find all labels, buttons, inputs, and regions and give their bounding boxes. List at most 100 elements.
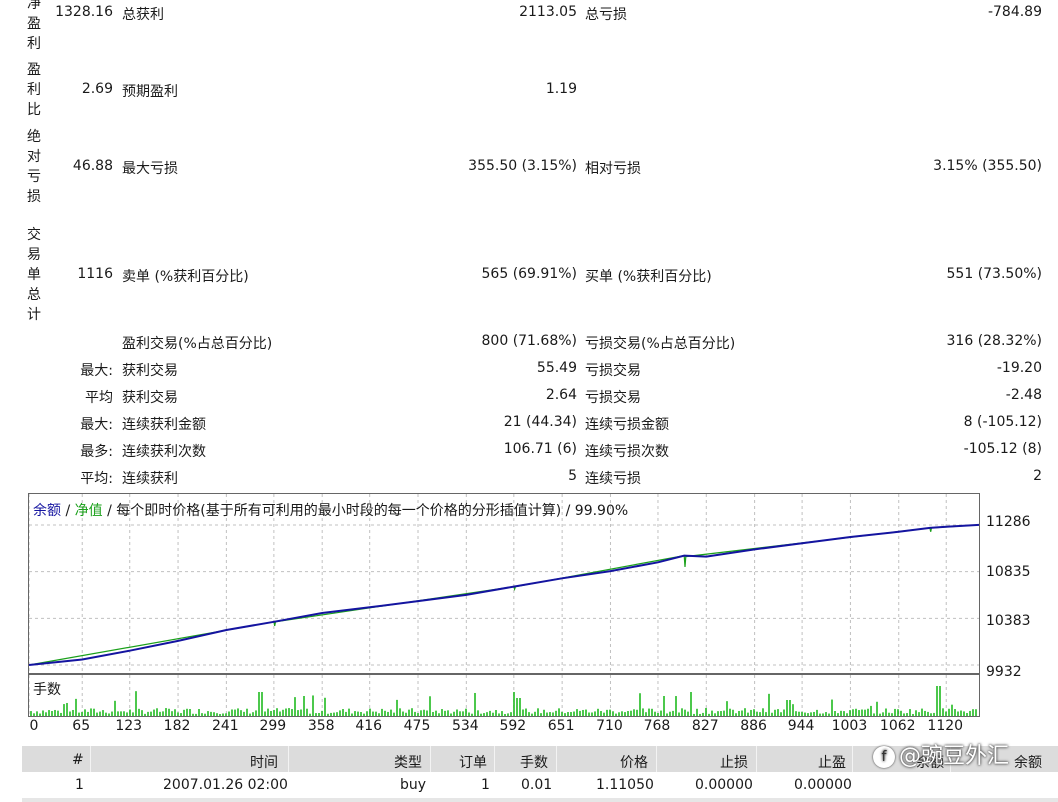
largest-profit-value: 55.49 — [536, 360, 577, 376]
avg-consecutive-wins-label: 连续获利 — [122, 471, 178, 487]
cell-index: 1 — [75, 777, 84, 793]
maximal-consecutive-loss-value: -105.12 (8) — [963, 441, 1042, 457]
largest-loss-value: -19.20 — [996, 360, 1042, 376]
cell-stop-loss: 0.00000 — [695, 777, 753, 793]
largest-prefix: 最大: — [80, 363, 113, 379]
x-tick-label: 123 — [115, 718, 143, 734]
x-tick-label: 592 — [499, 718, 527, 734]
table-row[interactable] — [22, 798, 1058, 802]
maximum-prefix: 最大: — [80, 417, 113, 433]
col-header-balance[interactable]: 余额 — [1014, 752, 1042, 772]
equity-line — [29, 524, 979, 666]
legend-balance: 余额 — [33, 503, 61, 519]
profit-factor-vlabel: 盈利比 — [27, 62, 41, 118]
col-header-stop-loss[interactable]: 止损 — [720, 752, 748, 772]
x-tick-label: 534 — [451, 718, 479, 734]
x-tick-label: 0 — [29, 718, 39, 734]
balance-chart-plot — [29, 494, 979, 673]
cell-order: 1 — [481, 777, 490, 793]
watermark-text: @豌豆外汇 — [899, 744, 1010, 769]
lots-chart: 手数 — [28, 674, 980, 717]
col-header-type[interactable]: 类型 — [394, 752, 422, 772]
net-profit-vlabel: 净盈利 — [27, 0, 41, 52]
average-profit-label: 获利交易 — [122, 390, 178, 406]
gross-profit-value: 2113.05 — [519, 4, 577, 20]
x-tick-label: 182 — [163, 718, 191, 734]
avg-consecutive-prefix: 平均: — [80, 471, 113, 487]
x-tick-label: 1003 — [831, 718, 868, 734]
gross-profit-label: 总获利 — [122, 7, 164, 23]
max-consecutive-wins-value: 21 (44.34) — [503, 414, 577, 430]
cell-lots: 0.01 — [521, 777, 553, 793]
total-trades-vlabel: 交易单总计 — [27, 227, 41, 323]
lots-label: 手数 — [33, 682, 61, 698]
profit-trades-value: 800 (71.68%) — [481, 333, 577, 349]
x-tick-label: 1062 — [879, 718, 916, 734]
x-tick-label: 416 — [355, 718, 383, 734]
x-tick-label: 241 — [211, 718, 239, 734]
max-consecutive-losses-label: 连续亏损金额 — [585, 417, 669, 433]
x-tick-label: 475 — [403, 718, 431, 734]
largest-loss-label: 亏损交易 — [585, 363, 641, 379]
cell-type: buy — [400, 777, 427, 793]
x-tick-label: 886 — [740, 718, 767, 734]
col-header-index[interactable]: # — [72, 752, 84, 768]
legend-equity: 净值 — [74, 503, 103, 519]
col-header-lots[interactable]: 手数 — [520, 752, 548, 772]
loss-trades-label: 亏损交易(%占总百分比) — [585, 336, 736, 352]
col-header-take-profit[interactable]: 止盈 — [818, 752, 846, 772]
expected-payoff-value: 1.19 — [545, 81, 577, 97]
maximal-consecutive-profit-value: 106.71 (6) — [503, 441, 577, 457]
col-header-time[interactable]: 时间 — [250, 752, 278, 772]
y-tick-label: 11286 — [986, 514, 1031, 530]
profit-trades-label: 盈利交易(%占总百分比) — [122, 336, 273, 352]
short-positions-value: 565 (69.91%) — [481, 266, 577, 282]
balance-chart: 余额 / 净值 / 每个即时价格(基于所有可利用的最小时段的每一个价格的分形插值… — [28, 493, 980, 674]
maximal-consecutive-loss-label: 连续亏损次数 — [585, 444, 669, 460]
expected-payoff-label: 预期盈利 — [122, 84, 178, 100]
average-loss-label: 亏损交易 — [585, 390, 641, 406]
max-consecutive-losses-value: 8 (-105.12) — [963, 414, 1042, 430]
cell-price: 1.11050 — [596, 777, 654, 793]
maximal-prefix: 最多: — [80, 444, 113, 460]
legend-sep: / — [61, 503, 75, 519]
cell-take-profit: 0.00000 — [794, 777, 852, 793]
chart-subtitle: / 每个即时价格(基于所有可利用的最小时段的每一个价格的分形插值计算) / 99… — [102, 503, 629, 519]
chart-header: 余额 / 净值 / 每个即时价格(基于所有可利用的最小时段的每一个价格的分形插值… — [33, 500, 628, 520]
y-tick-label: 10383 — [986, 613, 1031, 629]
absolute-drawdown-vlabel: 绝对亏损 — [27, 129, 41, 205]
x-tick-label: 768 — [643, 718, 671, 734]
col-header-order[interactable]: 订单 — [459, 752, 487, 772]
avg-consecutive-losses-label: 连续亏损 — [585, 471, 641, 487]
x-tick-label: 944 — [787, 718, 815, 734]
gross-loss-value: -784.89 — [987, 4, 1042, 20]
short-positions-label: 卖单 (%获利百分比) — [122, 269, 249, 285]
watermark: f @豌豆外汇 — [873, 738, 1009, 770]
net-profit-value: 1328.16 — [55, 4, 113, 20]
max-consecutive-wins-label: 连续获利金额 — [122, 417, 206, 433]
x-tick-label: 358 — [307, 718, 335, 734]
loss-trades-value: 316 (28.32%) — [946, 333, 1042, 349]
avg-consecutive-losses-value: 2 — [1033, 468, 1042, 484]
x-tick-label: 651 — [547, 718, 575, 734]
maximal-consecutive-profit-label: 连续获利次数 — [122, 444, 206, 460]
col-header-price[interactable]: 价格 — [620, 752, 648, 772]
cell-time: 2007.01.26 02:00 — [163, 777, 288, 793]
watermark-icon: f — [873, 746, 895, 768]
max-drawdown-value: 355.50 (3.15%) — [468, 158, 577, 174]
y-tick-label: 9932 — [986, 664, 1022, 680]
long-positions-value: 551 (73.50%) — [946, 266, 1042, 282]
profit-factor-value: 2.69 — [81, 81, 113, 97]
largest-profit-label: 获利交易 — [122, 363, 178, 379]
x-tick-label: 65 — [72, 718, 91, 734]
max-drawdown-label: 最大亏损 — [122, 161, 178, 177]
balance-line — [29, 523, 979, 666]
average-profit-value: 2.64 — [545, 387, 577, 403]
gross-loss-label: 总亏损 — [585, 7, 627, 23]
x-tick-label: 1120 — [927, 718, 964, 734]
relative-drawdown-value: 3.15% (355.50) — [933, 158, 1042, 174]
x-tick-label: 710 — [596, 718, 623, 734]
y-tick-label: 10835 — [986, 564, 1031, 580]
x-tick-label: 299 — [259, 718, 287, 734]
lots-chart-plot — [29, 675, 977, 716]
